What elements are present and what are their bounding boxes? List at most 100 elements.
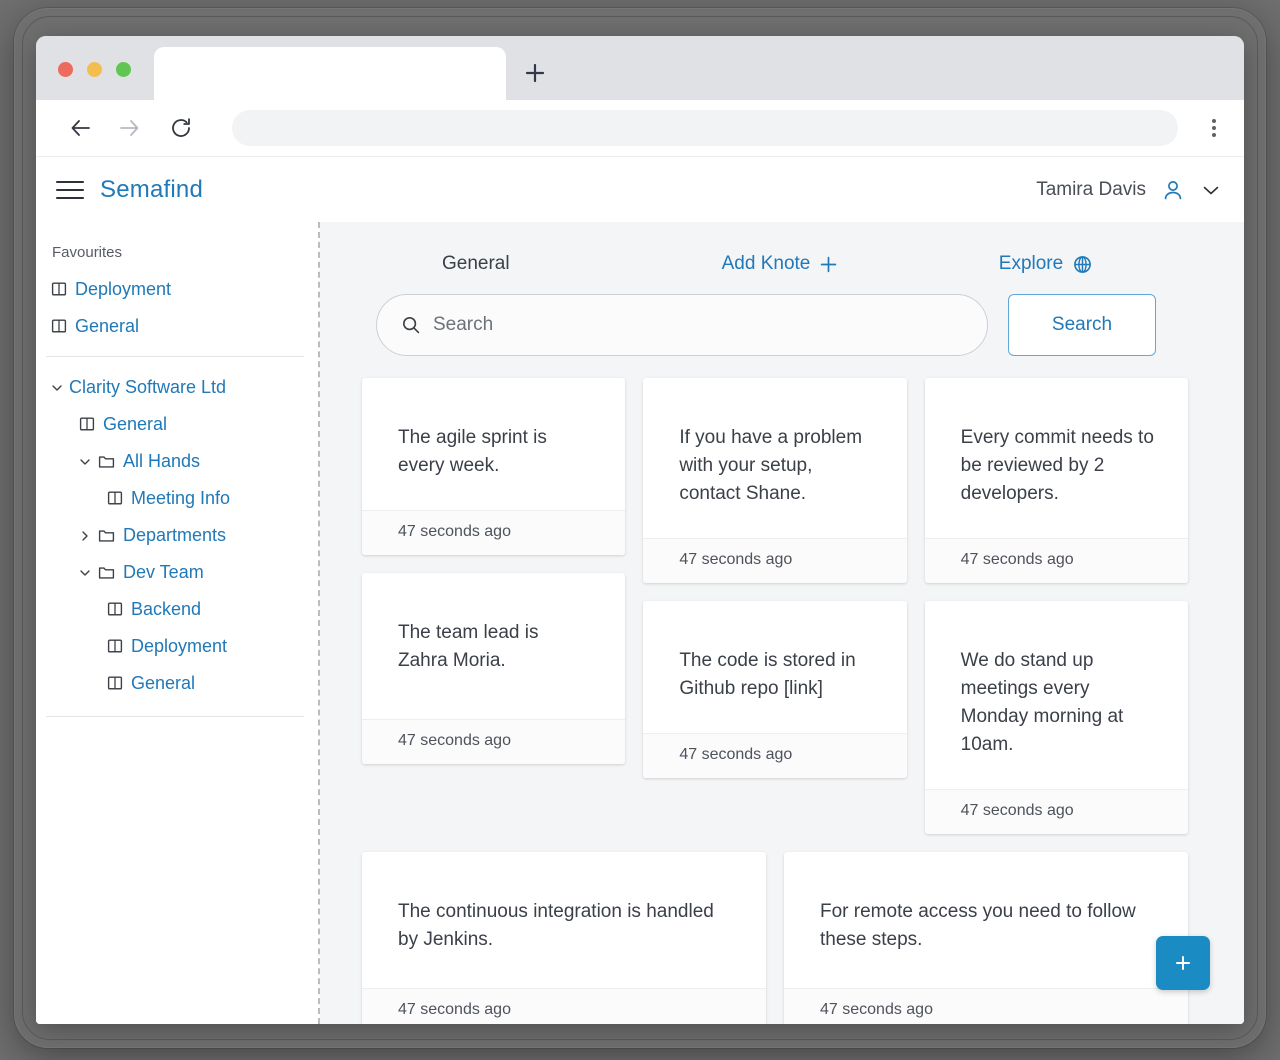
knote-text: The team lead is Zahra Moria. [398,622,539,671]
browser-tab[interactable] [154,47,506,100]
sidebar-item-general-fav[interactable]: General [36,308,318,345]
knote-timestamp: 47 seconds ago [643,538,907,583]
sidebar-item-all-hands[interactable]: All Hands [36,443,318,480]
sidebar-item-label: Meeting Info [131,488,231,508]
app-header-right: Tamira Davis [1036,177,1222,203]
knote-text: The continuous integration is handled by… [398,901,714,950]
current-section-label: General [442,253,510,274]
chevron-right-icon[interactable] [78,529,94,543]
search-icon [401,315,421,335]
plus-icon [1175,955,1191,971]
sidebar-item-label: Deployment [75,279,172,299]
knote-card[interactable]: The agile sprint is every week. 47 secon… [362,378,626,555]
hamburger-line [56,180,84,183]
book-icon [106,638,124,656]
knote-grid: The agile sprint is every week. 47 secon… [322,356,1244,834]
arrow-left-icon [71,120,90,136]
knote-card[interactable]: For remote access you need to follow the… [784,852,1188,1024]
add-knote-label: Add Knote [721,253,811,274]
folder-icon [97,526,116,545]
user-name: Tamira Davis [1036,178,1146,200]
app-header: Semafind Tamira Davis [36,157,1244,222]
sidebar-item-label: Dev Team [123,562,204,582]
knote-timestamp: 47 seconds ago [362,510,626,555]
sidebar-item-clarity-software-ltd[interactable]: Clarity Software Ltd [36,369,318,406]
knote-column: The agile sprint is every week. 47 secon… [362,378,626,764]
new-tab-button[interactable] [520,58,550,88]
search-button[interactable]: Search [1008,294,1156,356]
hamburger-icon[interactable] [56,179,84,201]
browser-menu-button[interactable] [1192,106,1236,150]
knote-timestamp: 47 seconds ago [924,538,1188,583]
sidebar-divider [46,716,304,717]
knote-text: For remote access you need to follow the… [820,901,1136,950]
knote-card[interactable]: The team lead is Zahra Moria. 47 seconds… [362,573,626,764]
sidebar-item-general-org[interactable]: General [36,406,318,443]
browser-back-button[interactable] [60,107,102,149]
browser-tab-strip [36,36,1244,100]
knote-timestamp: 47 seconds ago [362,988,766,1024]
book-icon [50,318,68,336]
knote-timestamp: 47 seconds ago [784,988,1188,1024]
main-content: General Add Knote Explore Search Search … [320,222,1244,1024]
chevron-down-icon[interactable] [78,455,94,469]
book-icon [50,281,68,299]
explore-button[interactable]: Explore [930,253,1208,275]
sidebar-item-label: Deployment [131,636,228,656]
sidebar-item-label: General [75,316,140,336]
add-knote-button[interactable]: Add Knote [630,253,930,275]
person-icon[interactable] [1160,177,1186,203]
hamburger-line [56,196,84,199]
book-icon [106,601,124,619]
close-window-button[interactable] [58,62,73,77]
kebab-dot [1212,119,1216,123]
search-field-wrapper[interactable] [376,294,988,356]
chevron-down-icon[interactable] [78,566,94,580]
browser-reload-button[interactable] [160,107,202,149]
book-icon [106,675,124,693]
search-input[interactable] [433,314,963,336]
sidebar-item-meeting-info[interactable]: Meeting Info [36,480,318,517]
reload-icon [172,118,190,137]
chevron-down-icon[interactable] [50,381,66,395]
knote-card[interactable]: The continuous integration is handled by… [362,852,766,1024]
browser-toolbar [36,100,1244,157]
sidebar-item-departments[interactable]: Departments [36,517,318,554]
knote-timestamp: 47 seconds ago [924,789,1188,834]
knote-timestamp: 47 seconds ago [362,719,626,764]
sidebar-item-label: General [103,414,168,434]
sidebar-item-dev-team[interactable]: Dev Team [36,554,318,591]
add-knote-fab[interactable] [1156,936,1210,990]
kebab-dot [1212,126,1216,130]
knote-timestamp: 47 seconds ago [643,733,907,778]
maximize-window-button[interactable] [116,62,131,77]
chevron-down-icon[interactable] [1200,179,1222,201]
sidebar-item-label: Backend [131,599,202,619]
knote-card[interactable]: If you have a problem with your setup, c… [643,378,907,583]
app-brand[interactable]: Semafind [100,176,203,204]
arrow-right-icon [120,120,139,136]
browser-address-bar[interactable] [232,110,1178,146]
browser-forward-button[interactable] [108,107,150,149]
sidebar-item-label: Clarity Software Ltd [69,377,227,397]
sidebar: Favourites Deployment General Clarity So… [36,222,320,1024]
book-icon [78,416,96,434]
book-icon [106,490,124,508]
sidebar-favourites-title: Favourites [52,244,123,261]
plus-icon [525,63,545,83]
sidebar-item-label: Departments [123,525,227,545]
knote-card[interactable]: The code is stored in Github repo [link]… [643,601,907,778]
knote-text: The code is stored in Github repo [link] [679,650,856,699]
knote-card[interactable]: Every commit needs to be reviewed by 2 d… [924,378,1188,583]
sidebar-item-backend[interactable]: Backend [36,591,318,628]
kebab-dot [1212,133,1216,137]
sidebar-item-deployment-dev[interactable]: Deployment [36,628,318,665]
knote-card[interactable]: We do stand up meetings every Monday mor… [924,601,1188,834]
sidebar-item-deployment-fav[interactable]: Deployment [36,271,318,308]
sidebar-item-general-dev[interactable]: General [36,665,318,702]
plus-icon [819,255,838,274]
browser-window: Semafind Tamira Davis Favourites Deploym… [36,36,1244,1024]
minimize-window-button[interactable] [87,62,102,77]
window-traffic-lights [58,62,131,77]
sidebar-item-label: General [131,673,196,693]
